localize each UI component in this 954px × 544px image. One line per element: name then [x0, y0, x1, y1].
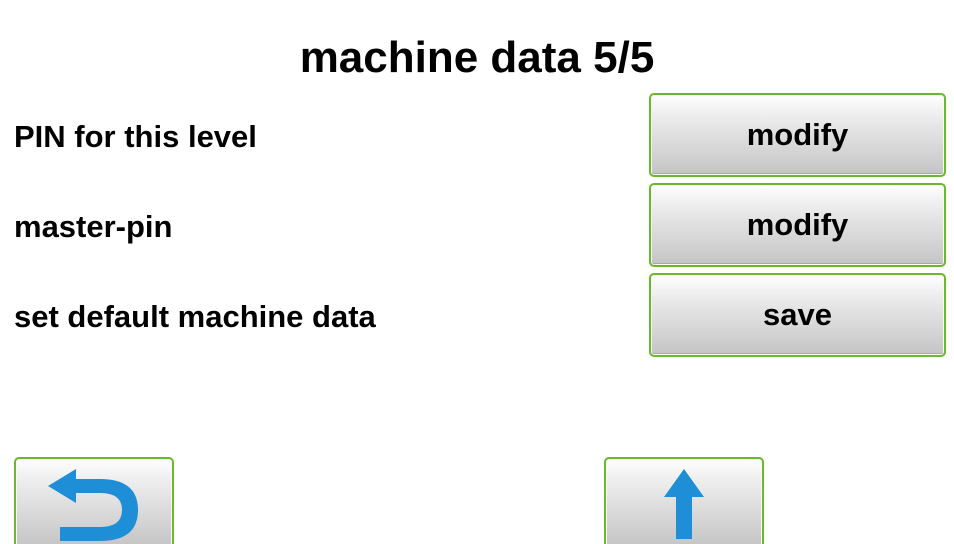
save-default-machine-data-button-label: save: [763, 297, 832, 332]
scroll-up-button[interactable]: [604, 457, 764, 544]
back-button[interactable]: [14, 457, 174, 544]
modify-master-pin-button[interactable]: modify: [649, 183, 946, 267]
machine-data-screen: machine data 5/5 PIN for this level modi…: [0, 0, 954, 544]
back-arrow-icon: [48, 469, 138, 541]
page-title: machine data 5/5: [299, 33, 655, 82]
modify-pin-level-button[interactable]: modify: [649, 93, 946, 177]
pin-level-label: PIN for this level: [14, 119, 257, 154]
save-default-machine-data-button[interactable]: save: [649, 273, 946, 357]
default-machine-data-label: set default machine data: [14, 299, 376, 334]
master-pin-label: master-pin: [14, 209, 173, 244]
modify-pin-level-button-label: modify: [746, 117, 849, 152]
modify-master-pin-button-label: modify: [746, 207, 849, 242]
up-arrow-icon: [664, 469, 704, 539]
